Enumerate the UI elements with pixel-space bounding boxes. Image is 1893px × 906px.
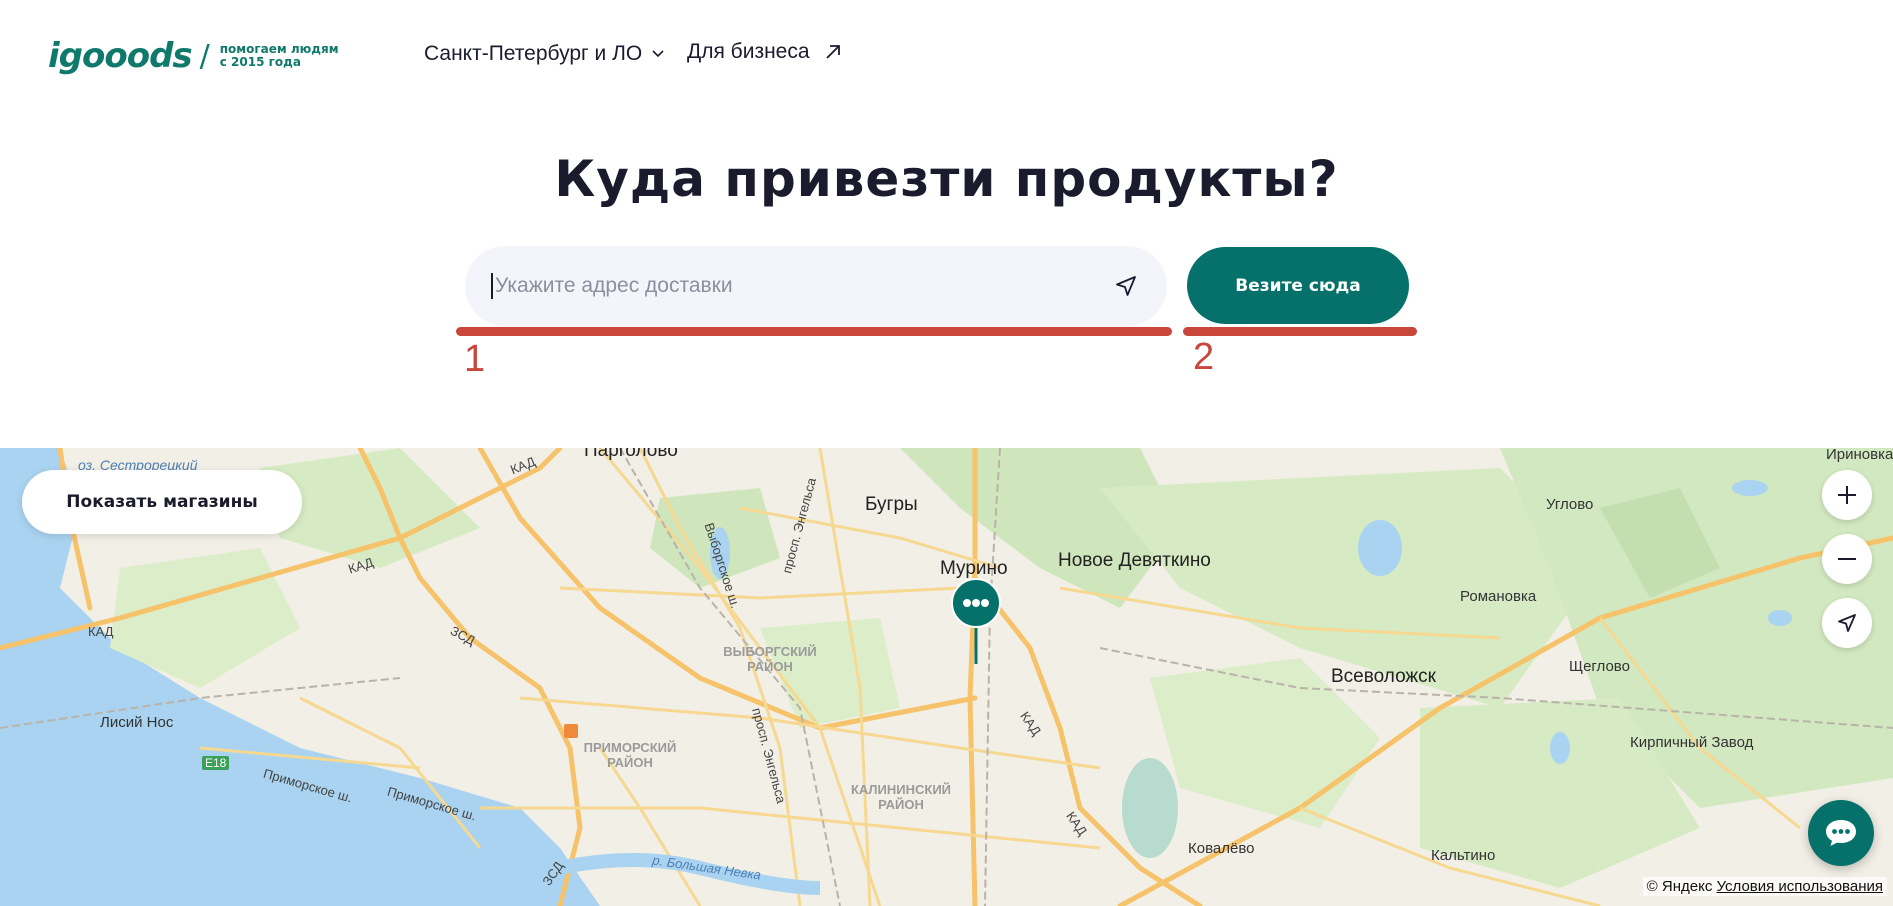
annotation-underline-2 [1183,327,1417,336]
logo-tagline-line2: с 2015 года [219,55,301,69]
plus-icon [1838,486,1856,504]
map-label-murino: Мурино [940,558,1008,579]
map-label-vsevolozhsk: Всеволожск [1331,666,1436,687]
support-chat-button[interactable] [1808,800,1874,866]
zoom-out-button[interactable] [1822,534,1872,584]
logo-tagline-line1: помогаем людям [219,42,339,56]
map-label-bugry: Бугры [865,494,918,515]
logo-wordmark: igooods [48,36,193,76]
city-selector[interactable]: Санкт-Петербург и ЛО [424,42,664,66]
map-label-romanovka: Романовка [1460,588,1537,605]
business-link[interactable]: Для бизнеса [687,40,842,64]
terms-link[interactable]: Условия использования [1717,878,1884,895]
map-label-uglovo: Углово [1546,496,1594,513]
geolocation-button[interactable] [1822,598,1872,648]
map-pin-icon[interactable] [950,578,1002,666]
map-label-e18: E18 [202,756,230,770]
copyright-text: © Яндекс [1646,878,1713,895]
map-label-primorsky-district: ПРИМОРСКИЙ РАЙОН [583,740,677,770]
map-copyright: © Яндекс Условия использования [1642,877,1887,896]
logo-divider: / [199,38,210,74]
page-title: Куда привезти продукты? [554,150,1339,208]
map-label-vyborgsky-district: ВЫБОРГСКИЙ РАЙОН [723,644,817,674]
minus-icon [1838,558,1856,560]
business-label: Для бизнеса [687,40,810,63]
map-label-novoe-devyatkino: Новое Девяткино [1058,550,1211,571]
show-shops-button[interactable]: Показать магазины [22,470,302,534]
navigation-arrow-icon [1838,614,1856,632]
annotation-number-1: 1 [464,338,486,380]
navigation-arrow-icon[interactable] [1113,273,1139,299]
annotation-number-2: 2 [1193,336,1215,378]
arrow-up-right-icon [825,45,840,59]
annotation-underline-1 [456,327,1172,336]
chat-bubble-icon [1826,820,1856,846]
map-label-kad-3: КАД [88,624,114,639]
deliver-here-button[interactable]: Везите сюда [1187,247,1409,324]
logo[interactable]: igooods / помогаем людям с 2015 года [48,36,350,76]
chevron-down-icon [652,50,664,58]
text-caret [491,273,493,299]
logo-tagline: помогаем людям с 2015 года [220,43,350,69]
map-label-kovalevo: Ковалёво [1188,840,1255,857]
map-label-lisiy-nos: Лисий Нос [100,714,174,731]
zoom-in-button[interactable] [1822,470,1872,520]
header: igooods / помогаем людям с 2015 года Сан… [0,0,1893,108]
address-search-box[interactable] [465,246,1167,326]
address-input[interactable] [495,274,1113,298]
map-label-shcheglovo: Щеглово [1569,658,1630,675]
map-label-pargolovo: Парголово [584,448,678,461]
map-label-kalininsky-district: КАЛИНИНСКИЙ РАЙОН [850,782,952,812]
map-label-kirpichny-zavod: Кирпичный Завод [1630,734,1754,751]
map-label-kaltino: Кальтино [1431,847,1496,864]
city-label: Санкт-Петербург и ЛО [424,42,643,65]
map-label-irinovka: Ириновка [1826,448,1893,463]
